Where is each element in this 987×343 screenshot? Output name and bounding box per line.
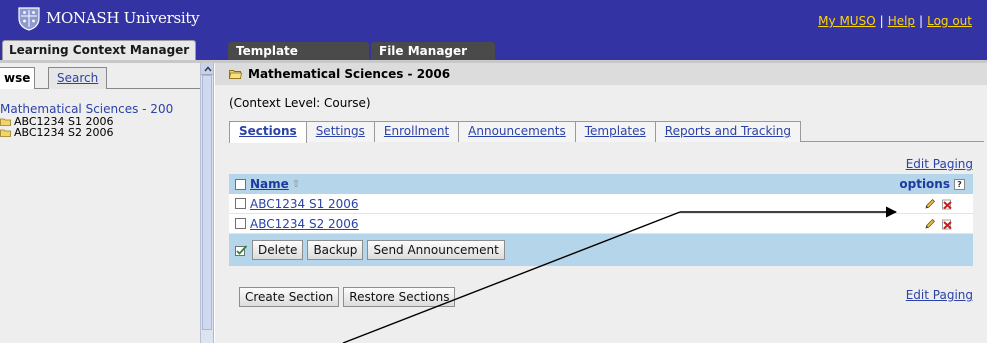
- tab-file-manager[interactable]: File Manager: [371, 42, 495, 60]
- folder-icon: [0, 118, 11, 126]
- tree-item-label: ABC1234 S2 2006: [14, 126, 114, 139]
- tab-templates[interactable]: Templates: [575, 121, 656, 142]
- sections-grid: Name ⇧ options ? ABC1234 S1 2006 ABC1234…: [229, 174, 973, 266]
- grid-actions-bar: Delete Backup Send Announcement: [229, 234, 973, 266]
- crest-icon: [18, 6, 40, 31]
- help-icon[interactable]: ?: [954, 178, 965, 190]
- edit-pencil-icon[interactable]: [924, 198, 936, 210]
- top-banner: MONASH University My MUSO | Help | Log out: [0, 0, 987, 38]
- tab-browse[interactable]: wse: [0, 67, 36, 89]
- tab-learning-context-manager[interactable]: Learning Context Manager: [2, 40, 197, 60]
- chevron-up-icon: [203, 65, 212, 71]
- folder-open-icon: [229, 70, 242, 79]
- name-column-sort[interactable]: Name: [250, 177, 289, 191]
- main-panel: Mathematical Sciences - 2006 (Context Le…: [215, 63, 987, 343]
- delete-icon[interactable]: [941, 218, 953, 230]
- section-link[interactable]: ABC1234 S1 2006: [250, 197, 359, 211]
- tab-settings[interactable]: Settings: [306, 121, 375, 142]
- section-tabs: Sections Settings Enrollment Announcemen…: [229, 121, 984, 143]
- page-title-bar: Mathematical Sciences - 2006: [215, 63, 987, 85]
- backup-button[interactable]: Backup: [307, 240, 364, 260]
- tab-reports-and-tracking[interactable]: Reports and Tracking: [655, 121, 801, 142]
- sidebar: wse Search Mathematical Sciences - 200 A…: [0, 63, 214, 343]
- edit-paging-link[interactable]: Edit Paging: [906, 288, 973, 302]
- log-out-link[interactable]: Log out: [927, 14, 972, 28]
- tree-item[interactable]: ABC1234 S2 2006: [0, 127, 200, 138]
- section-link[interactable]: ABC1234 S2 2006: [250, 217, 359, 231]
- page-title: Mathematical Sciences - 2006: [248, 67, 451, 81]
- grid-header: Name ⇧ options ?: [229, 174, 973, 194]
- row-actions: [924, 198, 953, 210]
- scroll-up-button[interactable]: [201, 63, 213, 75]
- logo-text: MONASH University: [46, 8, 200, 27]
- send-announcement-button[interactable]: Send Announcement: [367, 240, 505, 260]
- tab-search[interactable]: Search: [48, 67, 108, 89]
- checked-items-icon: [235, 244, 248, 256]
- delete-button[interactable]: Delete: [252, 240, 304, 260]
- tab-enrollment[interactable]: Enrollment: [374, 121, 460, 142]
- select-all-checkbox[interactable]: [235, 178, 246, 190]
- table-row: ABC1234 S1 2006: [229, 194, 973, 214]
- sort-arrow-icon: ⇧: [291, 178, 301, 190]
- top-links: My MUSO | Help | Log out: [818, 14, 972, 28]
- tab-sections[interactable]: Sections: [229, 121, 307, 143]
- sidebar-tabs: wse Search: [0, 65, 200, 89]
- context-level: (Context Level: Course): [229, 96, 371, 110]
- delete-icon[interactable]: [941, 198, 953, 210]
- row-checkbox[interactable]: [235, 218, 246, 229]
- separator: |: [919, 14, 924, 28]
- table-row: ABC1234 S2 2006: [229, 214, 973, 234]
- my-muso-link[interactable]: My MUSO: [818, 14, 875, 28]
- app-tab-bar: Learning Context Manager Template Manage…: [0, 38, 987, 76]
- edit-paging-link[interactable]: Edit Paging: [906, 157, 973, 171]
- tab-template-manager[interactable]: Template Manager: [228, 42, 369, 76]
- edit-pencil-icon[interactable]: [924, 218, 936, 230]
- row-actions: [924, 218, 953, 230]
- restore-sections-button[interactable]: Restore Sections: [343, 287, 456, 307]
- separator: |: [879, 14, 884, 28]
- sidebar-scrollbar[interactable]: [200, 63, 213, 343]
- options-label: options: [899, 177, 950, 191]
- options-column: options ?: [899, 177, 965, 191]
- help-link[interactable]: Help: [888, 14, 915, 28]
- row-checkbox[interactable]: [235, 198, 246, 209]
- scroll-thumb[interactable]: [202, 75, 212, 330]
- folder-icon: [0, 129, 11, 137]
- monash-logo: MONASH University: [16, 1, 200, 34]
- create-section-button[interactable]: Create Section: [239, 287, 340, 307]
- context-tree: Mathematical Sciences - 200 ABC1234 S1 2…: [0, 103, 200, 139]
- tab-announcements[interactable]: Announcements: [459, 121, 576, 142]
- bottom-actions: Create Section Restore Sections: [239, 287, 459, 307]
